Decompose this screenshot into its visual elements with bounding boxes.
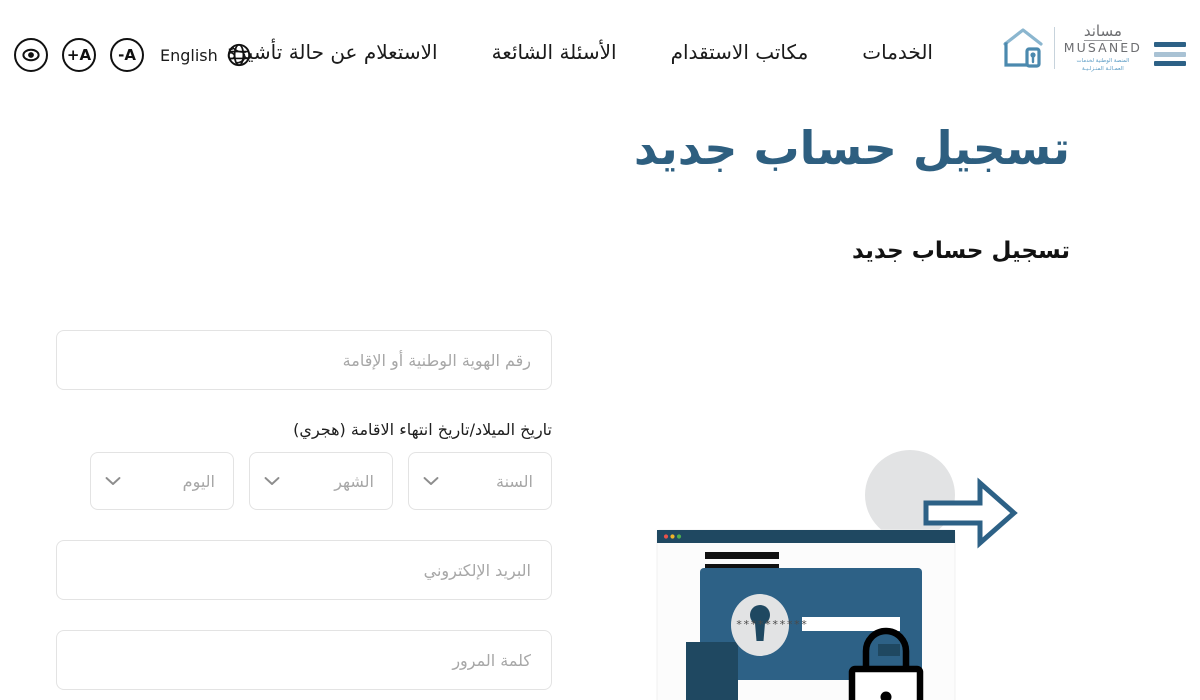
password-field[interactable]: كلمة المرور — [56, 630, 552, 690]
hamburger-bar-bottom — [1154, 61, 1186, 66]
brand-tagline-line2: العمـالـة المنـزلـيـة — [1082, 65, 1124, 72]
language-switcher[interactable]: English — [160, 42, 252, 68]
year-select[interactable]: السنة — [408, 452, 552, 510]
nav-recruitment-offices[interactable]: مكاتب الاستقدام — [644, 40, 836, 64]
accessibility-toolbar: English A- A+ — [0, 38, 266, 72]
day-select-value: اليوم — [182, 471, 215, 491]
birthdate-selects: السنة الشهر اليوم — [56, 452, 552, 510]
language-label: English — [160, 45, 218, 65]
contrast-toggle-button[interactable] — [14, 38, 48, 72]
birthdate-label: تاريخ الميلاد/تاريخ انتهاء الاقامة (هجري… — [293, 420, 552, 439]
decorative-circle — [865, 450, 955, 540]
month-select-value: الشهر — [334, 471, 374, 491]
page-body: تسجيل حساب جديد تسجيل حساب جديد رقم الهو… — [0, 115, 1200, 700]
increase-font-button[interactable]: A+ — [62, 38, 96, 72]
chevron-down-icon — [423, 477, 439, 485]
site-header: مساند MUSANED المنصة الوطنية لخدمات العم… — [0, 0, 1200, 115]
illustration-svg: ********** — [656, 450, 1018, 700]
day-select[interactable]: اليوم — [90, 452, 234, 510]
brand-wordmark: مساند MUSANED المنصة الوطنية لخدمات العم… — [1064, 24, 1142, 73]
browser-titlebar — [657, 530, 955, 543]
brand-name-latin: MUSANED — [1063, 40, 1142, 55]
page-title: تسجيل حساب جديد — [62, 121, 1142, 175]
nav-services[interactable]: الخدمات — [835, 40, 960, 64]
brand-logo[interactable]: مساند MUSANED المنصة الوطنية لخدمات العم… — [1001, 24, 1142, 73]
main-navigation: الخدمات مكاتب الاستقدام الأسئلة الشائعة … — [199, 40, 960, 64]
house-icon — [1003, 28, 1043, 68]
text-bar-1 — [705, 552, 779, 559]
section-subtitle: تسجيل حساب جديد — [851, 238, 1070, 264]
nav-faq[interactable]: الأسئلة الشائعة — [465, 40, 644, 64]
password-dots: ********** — [736, 618, 808, 631]
national-id-placeholder: رقم الهوية الوطنية أو الإقامة — [342, 350, 531, 370]
chevron-down-icon — [264, 477, 280, 485]
brand-name-arabic: مساند — [1083, 22, 1122, 41]
registration-form: رقم الهوية الوطنية أو الإقامة تاريخ المي… — [56, 330, 552, 700]
card-submit-button — [878, 644, 900, 656]
national-id-field[interactable]: رقم الهوية الوطنية أو الإقامة — [56, 330, 552, 390]
chevron-down-icon — [105, 477, 121, 485]
decrease-font-button[interactable]: A- — [110, 38, 144, 72]
browser-dot-green — [676, 534, 682, 539]
email-placeholder: البريد الإلكتروني — [423, 560, 531, 580]
email-field[interactable]: البريد الإلكتروني — [56, 540, 552, 600]
month-select[interactable]: الشهر — [249, 452, 393, 510]
globe-icon — [227, 43, 250, 67]
security-login-illustration: ********** — [650, 435, 1050, 700]
hamburger-bar-middle — [1154, 51, 1186, 57]
hamburger-bar-top — [1154, 42, 1186, 47]
hamburger-menu-icon[interactable] — [1154, 42, 1186, 66]
browser-dot-red — [663, 534, 669, 539]
brand-tagline-line1: المنصة الوطنية لخدمات — [1076, 57, 1130, 64]
page-title-text: تسجيل حساب جديد — [633, 121, 1070, 175]
password-placeholder: كلمة المرور — [452, 650, 531, 670]
eye-icon — [22, 48, 40, 62]
brand-divider — [1053, 27, 1055, 70]
browser-dot-yellow — [670, 534, 675, 539]
year-select-value: السنة — [496, 471, 533, 491]
accent-block-front — [686, 642, 738, 700]
